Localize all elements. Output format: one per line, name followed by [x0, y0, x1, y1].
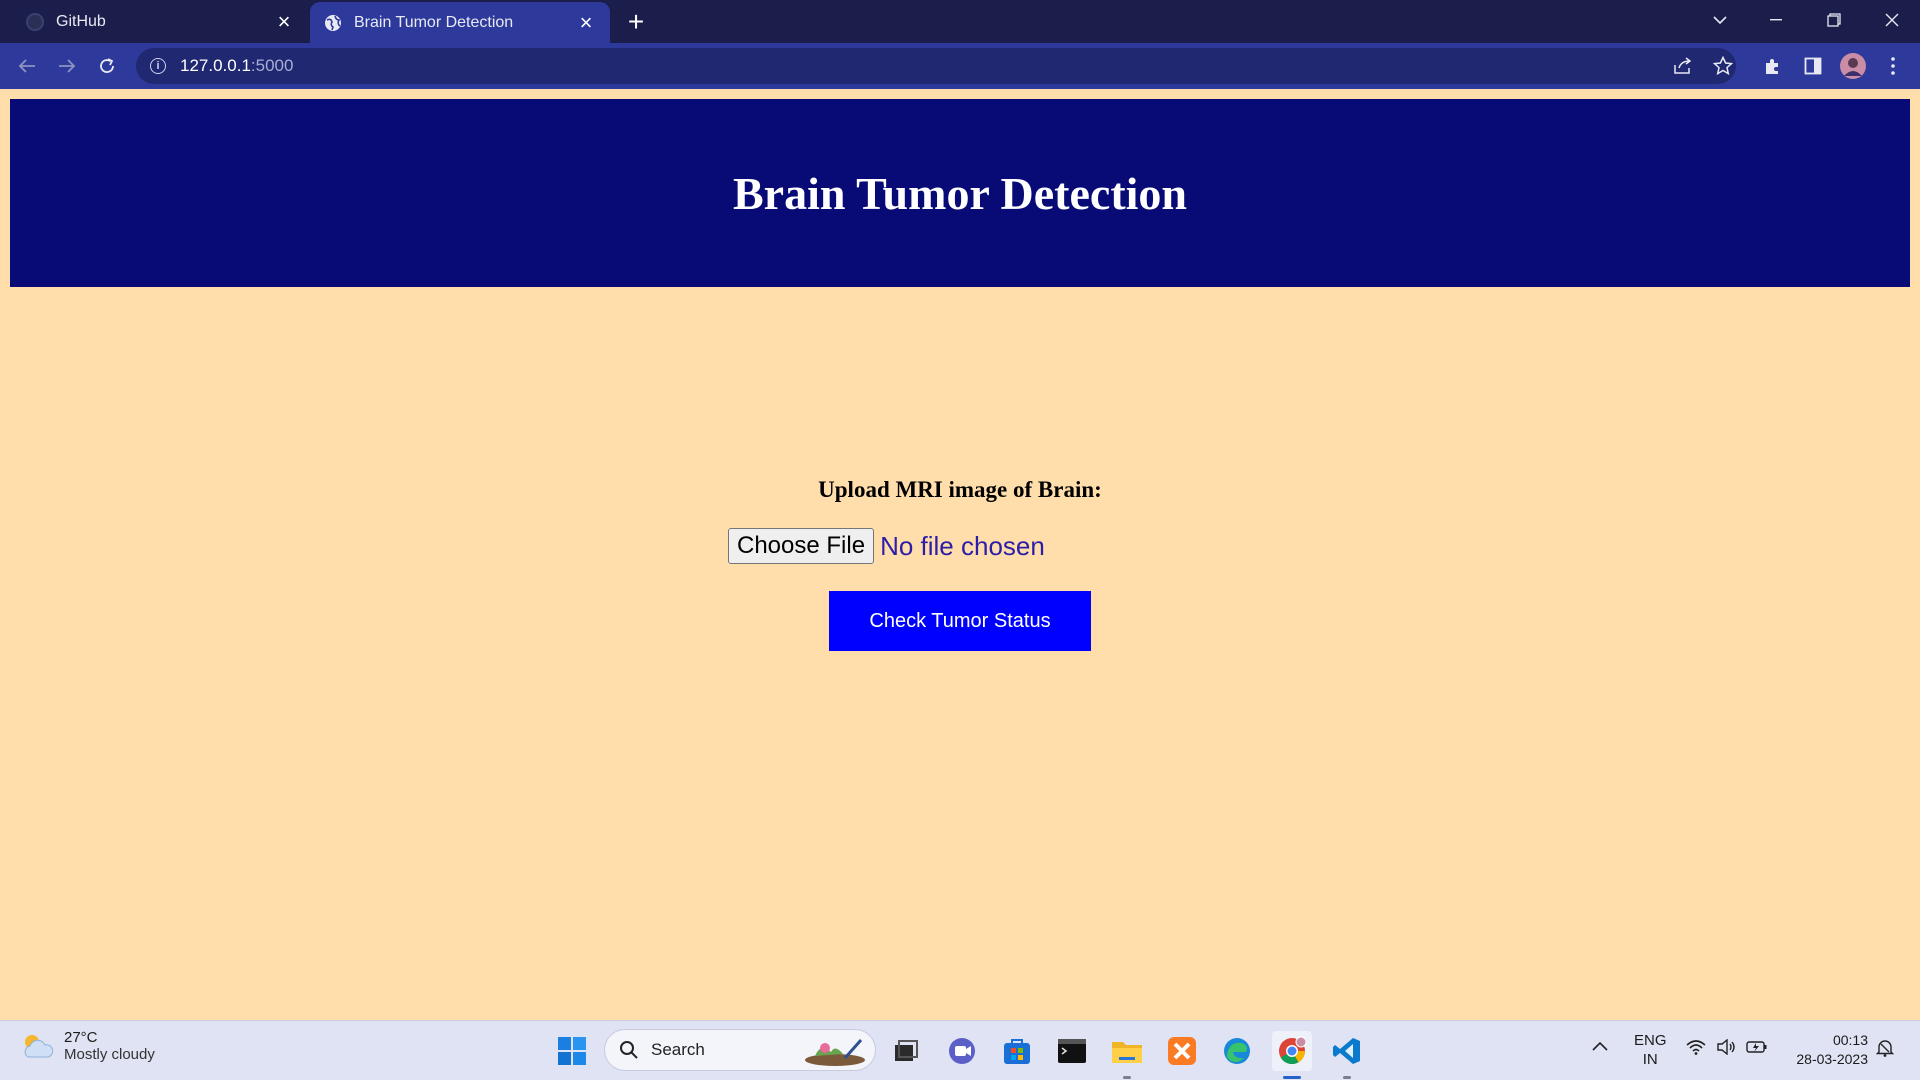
chrome-icon [1279, 1036, 1307, 1065]
page-content: Brain Tumor Detection Upload MRI image o… [0, 89, 1920, 1020]
weather-temperature: 27°C [64, 1029, 98, 1046]
tab-title: Brain Tumor Detection [354, 13, 514, 31]
teams-chat-icon [949, 1038, 975, 1064]
weather-widget[interactable]: 27°C Mostly cloudy [20, 1029, 155, 1063]
language-line2: IN [1642, 1051, 1658, 1068]
address-bar[interactable]: i 127.0.0.1:5000 [136, 48, 1736, 84]
clock-time: 00:13 [1832, 1032, 1868, 1048]
language-indicator[interactable]: ENG IN [1634, 1031, 1667, 1069]
running-indicator [1343, 1076, 1351, 1079]
side-panel-icon[interactable] [1798, 51, 1828, 81]
windows-taskbar: 27°C Mostly cloudy Search ENG IN 00:13 2… [0, 1020, 1920, 1080]
system-status-icons[interactable] [1686, 1039, 1768, 1055]
task-view-button[interactable] [886, 1031, 926, 1071]
xampp-icon [1168, 1037, 1196, 1065]
weather-condition: Mostly cloudy [64, 1046, 155, 1063]
file-input[interactable]: Choose File No file chosen [728, 528, 1045, 564]
check-tumor-status-button[interactable]: Check Tumor Status [829, 591, 1091, 651]
browser-tab-strip: GitHub × Brain Tumor Detection × + [0, 0, 1920, 43]
globe-icon [324, 14, 342, 32]
terminal-button[interactable] [1052, 1031, 1092, 1071]
active-indicator [1283, 1076, 1301, 1079]
language-line1: ENG [1634, 1032, 1667, 1049]
url-host: 127.0.0.1 [180, 56, 251, 75]
tab-brain-tumor-detection[interactable]: Brain Tumor Detection × [310, 2, 610, 43]
taskbar-search[interactable]: Search [604, 1029, 876, 1071]
file-explorer-button[interactable] [1107, 1031, 1147, 1079]
clock-date: 28-03-2023 [1796, 1051, 1868, 1067]
xampp-button[interactable] [1162, 1031, 1202, 1071]
chrome-button[interactable] [1272, 1031, 1312, 1079]
microsoft-store-icon [1004, 1039, 1030, 1064]
task-view-icon [895, 1040, 918, 1061]
battery-charging-icon [1746, 1041, 1767, 1053]
extensions-puzzle-icon[interactable] [1758, 51, 1788, 81]
file-explorer-icon [1112, 1042, 1142, 1063]
edge-icon [1224, 1038, 1250, 1064]
new-tab-button[interactable]: + [620, 6, 652, 38]
share-icon[interactable] [1668, 51, 1698, 81]
profile-avatar[interactable] [1838, 51, 1868, 81]
weather-cloudy-icon [20, 1031, 54, 1061]
file-status-text: No file chosen [880, 530, 1045, 561]
site-info-icon[interactable]: i [150, 58, 166, 74]
upload-label: Upload MRI image of Brain: [818, 477, 1102, 502]
page-title: Brain Tumor Detection [732, 167, 1188, 219]
reload-button[interactable] [92, 51, 122, 81]
close-tab-icon[interactable]: × [270, 8, 298, 36]
choose-file-button[interactable]: Choose File [728, 528, 875, 564]
edge-button[interactable] [1217, 1031, 1257, 1071]
search-icon [620, 1041, 638, 1059]
page-header: Brain Tumor Detection [10, 99, 1910, 287]
tab-search-chevron-icon[interactable] [1692, 0, 1748, 40]
tab-github[interactable]: GitHub × [10, 0, 308, 43]
forward-button[interactable] [52, 51, 82, 81]
url-port: :5000 [250, 56, 294, 75]
start-button[interactable] [552, 1031, 592, 1071]
search-placeholder: Search [651, 1040, 705, 1059]
browser-toolbar: i 127.0.0.1:5000 [0, 43, 1920, 89]
minimize-button[interactable] [1748, 0, 1804, 40]
running-indicator [1123, 1076, 1131, 1079]
browser-menu-icon[interactable] [1878, 51, 1908, 81]
github-favicon-icon [26, 12, 44, 31]
search-highlight-icon [805, 1039, 865, 1066]
restore-button[interactable] [1806, 0, 1862, 40]
back-button[interactable] [12, 51, 42, 81]
vscode-button[interactable] [1327, 1031, 1367, 1079]
volume-icon [1717, 1039, 1735, 1055]
tab-title: GitHub [56, 12, 106, 30]
microsoft-store-button[interactable] [997, 1031, 1037, 1071]
terminal-icon [1058, 1039, 1086, 1063]
show-hidden-icons-chevron-icon[interactable] [1592, 1037, 1608, 1056]
close-tab-icon[interactable]: × [572, 9, 600, 37]
close-window-button[interactable] [1864, 0, 1920, 40]
bookmark-star-icon[interactable] [1708, 51, 1738, 81]
teams-chat-button[interactable] [942, 1031, 982, 1071]
vscode-icon [1333, 1038, 1360, 1064]
windows-start-icon [558, 1037, 586, 1065]
clock[interactable]: 00:13 28-03-2023 [1784, 1031, 1868, 1069]
notification-bell-icon[interactable] [1875, 1039, 1895, 1062]
wifi-icon [1686, 1040, 1706, 1055]
